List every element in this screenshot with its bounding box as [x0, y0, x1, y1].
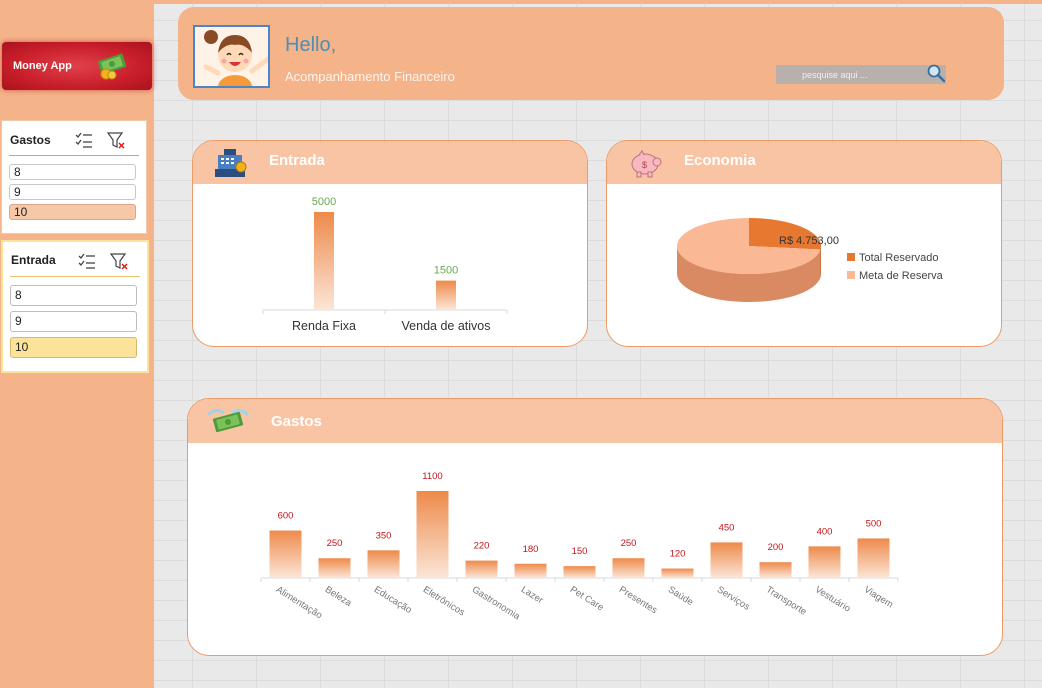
slicer-entrada-item-8[interactable]: 8 — [10, 285, 137, 306]
gastos-data-label: 600 — [278, 511, 294, 522]
avatar — [193, 25, 270, 88]
gastos-data-label: 150 — [572, 546, 588, 557]
entrada-data-label: 1500 — [434, 265, 458, 277]
gastos-category-label: Pet Care — [568, 584, 606, 613]
flying-money-icon — [206, 408, 250, 433]
entrada-category-label: Venda de ativos — [402, 319, 491, 333]
slicer-entrada-title: Entrada — [11, 253, 56, 267]
gastos-bar — [514, 563, 547, 578]
economia-legend-swatch — [847, 271, 855, 279]
gastos-data-label: 400 — [817, 526, 833, 537]
entrada-card-title: Entrada — [269, 152, 325, 169]
gastos-data-label: 250 — [327, 538, 343, 549]
svg-text:$: $ — [642, 160, 647, 170]
gastos-card-header: Gastos — [188, 399, 1002, 443]
economia-slice-side — [820, 246, 821, 278]
gastos-category-label: Presentes — [617, 584, 659, 616]
economia-card-title: Economia — [684, 152, 756, 169]
gastos-bar — [808, 546, 841, 578]
gastos-data-label: 200 — [768, 542, 784, 553]
gastos-category-label: Vestuário — [813, 584, 852, 614]
gastos-card: Gastos 600 Alimentação 250 Beleza 350 Educaçã… — [187, 398, 1003, 656]
gastos-category-label: Lazer — [519, 584, 545, 606]
economia-pie-chart: R$ 4.753,00 Total Reservado Meta de Reserv… — [677, 218, 944, 302]
gastos-bar-chart: 600 Alimentação 250 Beleza 350 Educação 1100 El… — [260, 471, 899, 623]
entrada-card: Entrada 5000 Renda Fixa 1500 Venda de ativo… — [192, 140, 588, 347]
gastos-category-label: Serviços — [715, 584, 752, 613]
gastos-data-label: 450 — [719, 522, 735, 533]
economia-data-label: R$ 4.753,00 — [779, 235, 839, 247]
gastos-bar — [661, 568, 694, 578]
entrada-bar — [436, 280, 456, 310]
top-strip — [154, 0, 1042, 4]
entrada-bar — [314, 212, 334, 310]
gastos-bar — [563, 566, 596, 578]
slicer-gastos-item-10[interactable]: 10 — [9, 204, 136, 220]
greeting: Hello, — [285, 34, 337, 56]
slicer-gastos-title: Gastos — [10, 133, 51, 147]
gastos-bar — [857, 538, 890, 578]
cash-register-icon — [215, 149, 247, 177]
gastos-data-label: 1100 — [422, 471, 442, 482]
economia-legend-label: Total Reservado — [859, 252, 939, 264]
gastos-bar — [612, 558, 645, 578]
gastos-category-label: Beleza — [323, 584, 354, 609]
multi-select-icon[interactable] — [77, 251, 97, 271]
slicer-entrada-header: Entrada — [3, 242, 147, 276]
gastos-data-label: 220 — [474, 541, 490, 552]
page-subtitle: Acompanhamento Financeiro — [285, 69, 455, 84]
slicer-entrada-divider — [10, 276, 140, 277]
piggy-bank-icon: $ — [631, 150, 662, 178]
slicer-entrada-item-10[interactable]: 10 — [10, 337, 137, 358]
gastos-category-label: Gastronomia — [470, 584, 523, 623]
entrada-data-label: 5000 — [312, 196, 336, 208]
gastos-bar — [318, 558, 351, 578]
clear-filter-icon[interactable] — [106, 130, 126, 150]
search-icon[interactable] — [926, 63, 946, 83]
gastos-bar — [465, 560, 498, 578]
brand-name: Money App — [13, 60, 72, 72]
economia-card-header: $ Economia — [607, 141, 1001, 184]
gastos-card-title: Gastos — [271, 413, 322, 430]
brand-logo: Money App — [2, 42, 152, 90]
entrada-category-label: Renda Fixa — [292, 319, 356, 333]
gastos-category-label: Eletrônicos — [421, 584, 467, 618]
gastos-category-label: Viagem — [862, 584, 895, 610]
gastos-bar — [269, 530, 302, 578]
clear-filter-icon[interactable] — [109, 251, 129, 271]
entrada-bar-chart: 5000 Renda Fixa 1500 Venda de ativos — [262, 196, 508, 333]
gastos-bar — [759, 562, 792, 578]
gastos-category-label: Transporte — [764, 584, 808, 617]
header-card: Hello, Acompanhamento Financeiro — [178, 7, 1004, 100]
economia-legend-swatch — [847, 253, 855, 261]
slicer-gastos-item-9[interactable]: 9 — [9, 184, 136, 200]
gastos-category-label: Alimentação — [274, 584, 324, 621]
economia-card: $ Economia R$ 4.753,00 Total Reservado Met… — [606, 140, 1002, 347]
gastos-data-label: 250 — [621, 538, 637, 549]
search-input[interactable] — [776, 65, 946, 84]
gastos-bar — [710, 542, 743, 578]
multi-select-icon[interactable] — [74, 130, 94, 150]
slicer-gastos: Gastos 8 9 10 — [1, 120, 147, 234]
slicer-entrada: Entrada 8 9 10 — [1, 240, 149, 373]
gastos-data-label: 500 — [866, 518, 882, 529]
gastos-data-label: 180 — [523, 544, 539, 555]
gastos-data-label: 120 — [670, 549, 686, 560]
slicer-gastos-divider — [9, 155, 139, 156]
economia-legend-label: Meta de Reserva — [859, 270, 944, 282]
slicer-gastos-header: Gastos — [2, 121, 146, 155]
girl-avatar-icon — [195, 27, 268, 86]
gastos-bar — [367, 550, 400, 578]
gastos-category-label: Educação — [372, 584, 414, 616]
entrada-card-header: Entrada — [193, 141, 587, 184]
gastos-bar — [416, 491, 449, 578]
slicer-entrada-item-9[interactable]: 9 — [10, 311, 137, 332]
money-icon — [97, 53, 127, 80]
gastos-data-label: 350 — [376, 530, 392, 541]
slicer-gastos-item-8[interactable]: 8 — [9, 164, 136, 180]
gastos-category-label: Saúde — [666, 584, 695, 608]
